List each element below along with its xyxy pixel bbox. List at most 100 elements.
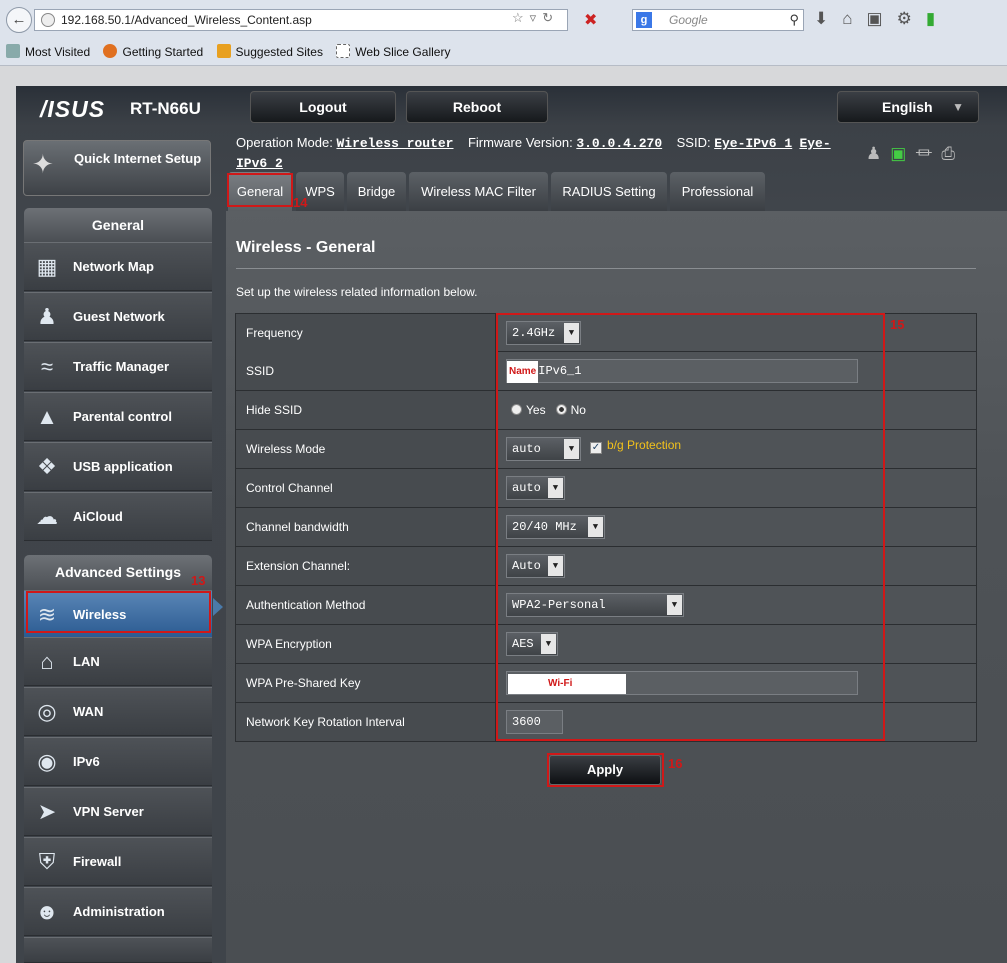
wireless-mode-label: Wireless Mode: [236, 430, 496, 468]
firefox-icon: [103, 44, 118, 58]
firmware-version-link[interactable]: 3.0.0.4.270: [576, 136, 662, 151]
tab-wireless-mac-filter[interactable]: Wireless MAC Filter: [409, 172, 548, 211]
annotation-box-general-tab: [227, 173, 293, 207]
sidebar-item-guest-network[interactable]: ♟ Guest Network: [24, 292, 212, 341]
sidebar-item-lan[interactable]: ⌂ LAN: [24, 637, 212, 686]
ipv6-icon: ◉: [37, 749, 57, 774]
settings-icon[interactable]: ⚙: [897, 9, 926, 28]
shield-icon: ⛨: [38, 849, 56, 874]
download-icon[interactable]: ⬇: [814, 9, 842, 28]
logout-button[interactable]: Logout: [250, 91, 396, 123]
bookmark-web-slice-gallery[interactable]: Web Slice Gallery: [336, 40, 450, 64]
operation-mode-link[interactable]: Wireless router: [336, 136, 453, 151]
bookmark-suggested-sites[interactable]: Suggested Sites: [216, 40, 323, 64]
sidebar-item-firewall[interactable]: ⛨ Firewall: [24, 837, 212, 886]
browser-toolbar-icons: ⬇⌂▣⚙▮: [814, 9, 949, 29]
globe-icon: [41, 13, 55, 27]
ssid-link-2-cont[interactable]: IPv6_2: [236, 156, 283, 171]
address-bar-tools: ☆▿↻: [512, 10, 559, 26]
annotation-box-wireless: [26, 591, 211, 633]
cloud-icon: ☁: [36, 504, 58, 529]
active-item-pointer: [213, 598, 223, 616]
sidebar-item-traffic-manager[interactable]: ≈ Traffic Manager: [24, 342, 212, 391]
url-text: 192.168.50.1/Advanced_Wireless_Content.a…: [61, 13, 312, 27]
network-map-icon: ▦: [36, 254, 58, 279]
back-arrow-icon: ←: [11, 11, 27, 28]
suggested-sites-icon: [216, 44, 231, 58]
bookmark-getting-started[interactable]: Getting Started: [103, 40, 203, 64]
annotation-14: 14: [293, 195, 308, 210]
advanced-section-header: Advanced Settings: [24, 555, 212, 591]
qis-label: Quick Internet Setup: [74, 151, 202, 166]
language-label: English: [882, 99, 933, 115]
ssid-link-2[interactable]: Eye-: [799, 136, 830, 151]
auth-method-label: Authentication Method: [236, 586, 496, 624]
search-input[interactable]: g Google ⚲: [632, 9, 804, 31]
addons-icon[interactable]: ▣: [867, 9, 897, 28]
control-channel-label: Control Channel: [236, 469, 496, 507]
puzzle-icon: ❖: [37, 454, 57, 479]
general-section-header: General: [24, 208, 212, 242]
model-name: RT-N66U: [130, 99, 201, 118]
page-title: Wireless - General: [236, 239, 376, 256]
annotation-13: 13: [191, 573, 206, 588]
language-select[interactable]: English ▼: [837, 91, 979, 123]
home-icon[interactable]: ⌂: [842, 9, 866, 28]
bookmark-icon: [6, 44, 20, 58]
google-icon: g: [636, 12, 652, 28]
status-icons: ♟▣⏛⎙: [866, 139, 964, 164]
hide-ssid-label: Hide SSID: [236, 391, 496, 429]
asus-logo: /ISUS: [40, 96, 106, 122]
magic-wand-icon: ✦: [32, 149, 54, 179]
tab-radius-setting[interactable]: RADIUS Setting: [551, 172, 667, 211]
lock-icon: ▲: [36, 404, 58, 429]
wpa-encryption-label: WPA Encryption: [236, 625, 496, 663]
guest-network-icon: ♟: [37, 304, 57, 329]
quick-internet-setup-button[interactable]: ✦ Quick Internet Setup: [23, 140, 211, 196]
bookmark-most-visited[interactable]: Most Visited: [6, 40, 90, 64]
sidebar-item-parental-control[interactable]: ▲ Parental control: [24, 392, 212, 441]
stop-icon[interactable]: ✖: [584, 10, 597, 30]
annotation-16: 16: [668, 756, 683, 771]
admin-icon: ☻: [35, 899, 59, 924]
home-icon: ⌂: [40, 649, 54, 674]
network-status-icon[interactable]: ▣: [890, 144, 915, 163]
annotation-box-apply: [547, 753, 664, 787]
reload-icon[interactable]: ↻: [542, 10, 559, 25]
ssid-link-1[interactable]: Eye-IPv6_1: [714, 136, 792, 151]
psk-label: WPA Pre-Shared Key: [236, 664, 496, 702]
sidebar-item-vpn-server[interactable]: ➤ VPN Server: [24, 787, 212, 836]
vpn-icon: ➤: [37, 799, 57, 824]
back-button[interactable]: ←: [6, 7, 32, 33]
sidebar-item-administration[interactable]: ☻ Administration: [24, 887, 212, 936]
star-icon[interactable]: ☆: [512, 10, 530, 25]
sidebar-item-aicloud[interactable]: ☁ AiCloud: [24, 492, 212, 541]
clients-icon[interactable]: ♟: [866, 144, 890, 163]
frequency-label: Frequency: [236, 314, 496, 352]
globe-icon: ◎: [37, 699, 57, 724]
annotation-15: 15: [890, 317, 905, 332]
divider: [236, 268, 976, 269]
traffic-manager-icon: ≈: [40, 354, 54, 379]
search-placeholder: Google: [669, 13, 708, 27]
printer-icon[interactable]: ⎙: [941, 144, 964, 163]
tab-professional[interactable]: Professional: [670, 172, 765, 211]
web-slice-icon: [336, 44, 351, 58]
sidebar-item-partial[interactable]: [24, 937, 212, 963]
ssid-label: SSID: [236, 352, 496, 390]
extension-channel-label: Extension Channel:: [236, 547, 496, 585]
sidebar-item-usb-application[interactable]: ❖ USB application: [24, 442, 212, 491]
dropdown-icon[interactable]: ▿: [530, 10, 543, 25]
reboot-button[interactable]: Reboot: [406, 91, 548, 123]
search-icon[interactable]: ⚲: [789, 10, 799, 30]
address-bar[interactable]: 192.168.50.1/Advanced_Wireless_Content.a…: [34, 9, 568, 31]
usb-icon[interactable]: ⏛: [915, 144, 941, 163]
signal-icon[interactable]: ▮: [926, 9, 949, 28]
sidebar-item-ipv6[interactable]: ◉ IPv6: [24, 737, 212, 786]
annotation-box-form: [496, 313, 885, 741]
chevron-down-icon: ▼: [952, 100, 964, 114]
channel-bandwidth-label: Channel bandwidth: [236, 508, 496, 546]
sidebar-item-wan[interactable]: ◎ WAN: [24, 687, 212, 736]
tab-bridge[interactable]: Bridge: [347, 172, 406, 211]
sidebar-item-network-map[interactable]: ▦ Network Map: [24, 242, 212, 291]
